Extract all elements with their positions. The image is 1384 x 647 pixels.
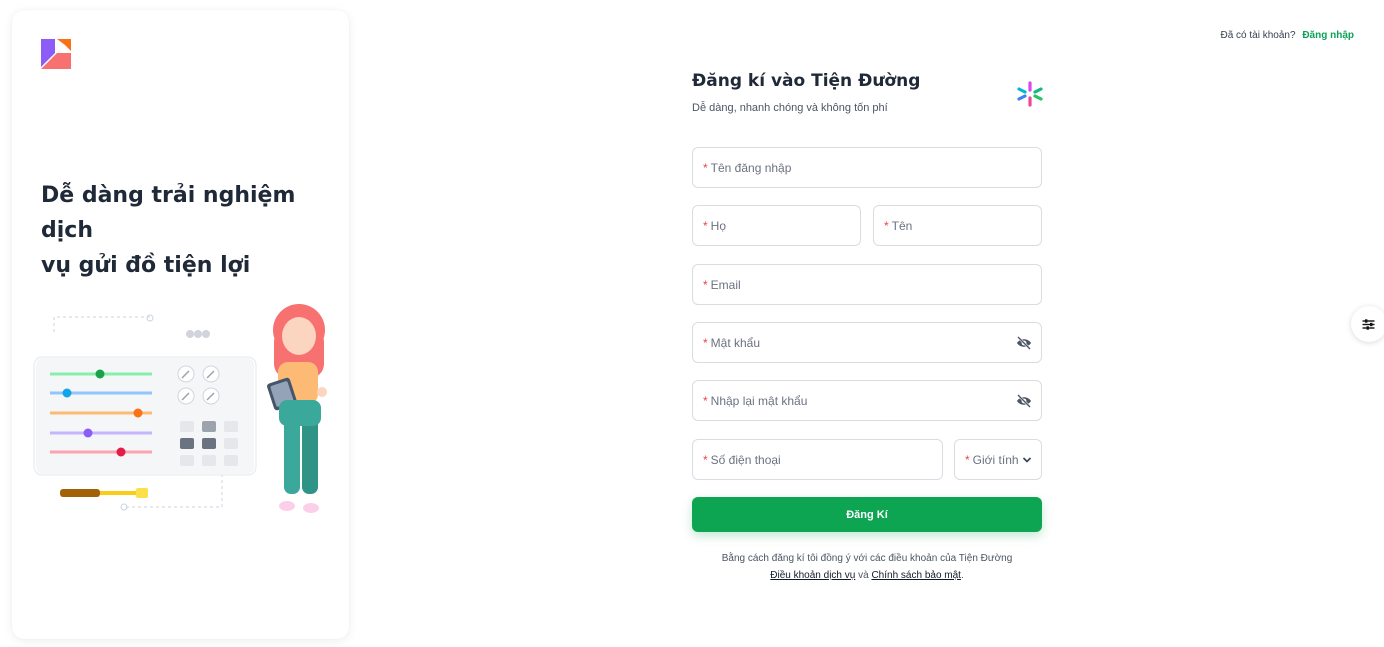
terms-period: . [960, 570, 964, 581]
privacy-policy-link[interactable]: Chính sách bảo mật [871, 570, 961, 581]
confirm-password-placeholder: Nhập lại mật khẩu [710, 393, 808, 408]
form-title: Đăng kí vào Tiện Đường [692, 71, 921, 91]
required-mark: * [703, 452, 708, 467]
hero-line-1: Dễ dàng trải nghiệm dịch [41, 183, 296, 243]
eye-off-icon[interactable] [1016, 336, 1032, 350]
eye-off-icon[interactable] [1016, 394, 1032, 408]
password-field[interactable]: * Mật khẩu [692, 322, 1042, 363]
first-name-field[interactable]: * Tên [873, 205, 1042, 246]
last-name-placeholder: Họ [710, 218, 727, 233]
settings-button[interactable] [1351, 306, 1384, 342]
required-mark: * [703, 160, 708, 175]
gender-select[interactable]: * Giới tính [954, 439, 1042, 480]
phone-placeholder: Số điện thoại [710, 452, 781, 467]
phone-field[interactable]: * Số điện thoại [692, 439, 943, 480]
first-name-placeholder: Tên [891, 218, 913, 233]
terms-and: và [858, 570, 869, 581]
left-panel: Dễ dàng trải nghiệm dịch vụ gửi đồ tiện … [12, 10, 349, 639]
login-prompt: Đã có tài khoản? Đăng nhập [1220, 30, 1354, 41]
hero-illustration [33, 304, 327, 513]
terms-links: Điều khoản dịch vụ và Chính sách bảo mật… [692, 567, 1042, 584]
form-subtitle: Dễ dàng, nhanh chóng và không tốn phí [692, 102, 888, 114]
username-field[interactable]: * Tên đăng nhập [692, 147, 1042, 188]
required-mark: * [703, 277, 708, 292]
required-mark: * [703, 393, 708, 408]
email-placeholder: Email [710, 277, 741, 292]
required-mark: * [703, 335, 708, 350]
last-name-field[interactable]: * Họ [692, 205, 861, 246]
sliders-icon [1362, 318, 1375, 330]
password-placeholder: Mật khẩu [710, 335, 761, 350]
terms-notice: Bằng cách đăng kí tôi đồng ý với các điề… [692, 550, 1042, 584]
login-link[interactable]: Đăng nhập [1302, 30, 1354, 41]
terms-text: Bằng cách đăng kí tôi đồng ý với các điề… [721, 553, 1013, 564]
email-field[interactable]: * Email [692, 264, 1042, 305]
required-mark: * [965, 452, 970, 467]
terms-of-service-link[interactable]: Điều khoản dịch vụ [770, 570, 855, 581]
have-account-text: Đã có tài khoản? [1220, 30, 1296, 41]
brand-logo-icon[interactable] [41, 39, 71, 69]
required-mark: * [703, 218, 708, 233]
register-button[interactable]: Đăng Kí [692, 497, 1042, 532]
asterisk-logo-icon [1017, 81, 1043, 107]
hero-heading: Dễ dàng trải nghiệm dịch vụ gửi đồ tiện … [41, 178, 341, 283]
username-placeholder: Tên đăng nhập [710, 160, 792, 175]
chevron-down-icon [1022, 457, 1032, 463]
gender-placeholder: Giới tính [972, 452, 1019, 467]
hero-line-2: vụ gửi đồ tiện lợi [41, 253, 251, 278]
required-mark: * [884, 218, 889, 233]
confirm-password-field[interactable]: * Nhập lại mật khẩu [692, 380, 1042, 421]
